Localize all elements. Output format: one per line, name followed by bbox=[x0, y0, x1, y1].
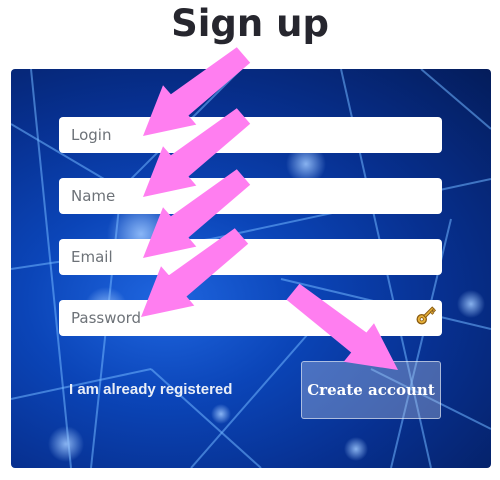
name-input[interactable] bbox=[59, 178, 442, 214]
signup-card: I am already registered Create account bbox=[11, 69, 491, 468]
email-input[interactable] bbox=[59, 239, 442, 275]
already-registered-link[interactable]: I am already registered bbox=[69, 380, 232, 400]
create-account-button[interactable]: Create account bbox=[301, 361, 441, 419]
login-input[interactable] bbox=[59, 117, 442, 153]
key-icon[interactable] bbox=[414, 303, 438, 327]
password-input[interactable] bbox=[59, 300, 442, 336]
page-title: Sign up bbox=[171, 2, 329, 45]
